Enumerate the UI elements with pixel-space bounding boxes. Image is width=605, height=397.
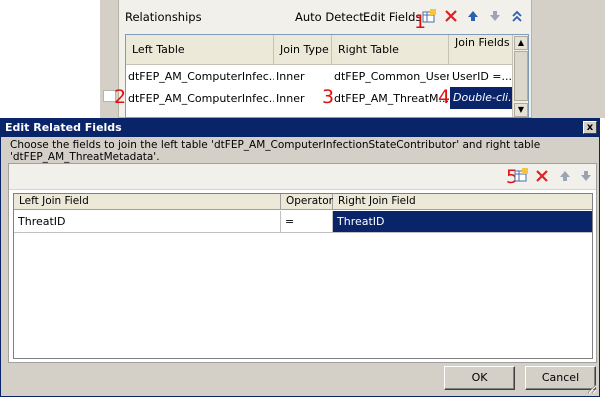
field-down-icon[interactable] xyxy=(579,169,593,183)
delete-icon[interactable] xyxy=(444,9,458,23)
cell-join-fields: UserID =... xyxy=(452,70,512,83)
move-up-icon[interactable] xyxy=(466,9,480,23)
column-join-fields[interactable]: Join Fields xyxy=(449,35,514,65)
scroll-thumb[interactable] xyxy=(514,51,528,101)
collapse-icon[interactable] xyxy=(510,9,524,23)
auto-detect-button[interactable]: Auto Detect xyxy=(295,10,364,24)
cell-right-join-field[interactable]: ThreatID xyxy=(333,211,592,233)
fields-toolbar: 5 xyxy=(9,164,596,190)
annotation-2: 2 xyxy=(114,86,127,108)
column-join-type[interactable]: Join Type xyxy=(274,35,332,65)
cell-right-table: dtFEP_Common_User xyxy=(334,70,449,83)
column-left-table[interactable]: Left Table xyxy=(126,35,274,65)
dialog-title: Edit Related Fields xyxy=(5,121,122,134)
ok-button[interactable]: OK xyxy=(444,366,515,390)
cell-left-join-field[interactable]: ThreatID xyxy=(14,211,281,233)
relationships-toolbar: Relationships Auto Detect Edit Fields xyxy=(119,0,531,33)
scroll-up-icon[interactable]: ▲ xyxy=(514,36,528,50)
cell-left-table: dtFEP_AM_ComputerInfec... xyxy=(128,92,274,105)
column-left-join-field[interactable]: Left Join Field xyxy=(14,194,281,210)
cell-operator[interactable]: = xyxy=(281,211,333,233)
add-field-icon[interactable] xyxy=(514,168,528,182)
dialog-title-bar[interactable]: Edit Related Fields x xyxy=(1,119,599,137)
scroll-down-icon[interactable]: ▼ xyxy=(514,103,528,117)
dialog-description: Choose the fields to join the left table… xyxy=(10,139,541,163)
edit-related-fields-dialog: Edit Related Fields x Choose the fields … xyxy=(0,118,600,397)
cell-join-fields-selected[interactable]: Double-cli... xyxy=(450,87,514,109)
column-operator[interactable]: Operator xyxy=(281,194,333,210)
column-right-table[interactable]: Right Table xyxy=(332,35,449,65)
edit-fields-button[interactable]: Edit Fields xyxy=(363,10,421,24)
annotation-1: 1 xyxy=(414,11,427,33)
vertical-scrollbar[interactable]: ▲ ▼ xyxy=(512,35,528,117)
remove-field-icon[interactable] xyxy=(535,169,549,183)
resize-grip-icon[interactable] xyxy=(585,382,597,394)
move-down-icon[interactable] xyxy=(488,9,502,23)
annotation-4: 4 xyxy=(438,86,451,108)
cell-right-table: dtFEP_AM_ThreatM... xyxy=(334,92,449,105)
column-right-join-field[interactable]: Right Join Field xyxy=(333,194,592,210)
cell-join-type: Inner xyxy=(276,70,305,83)
cell-left-table: dtFEP_AM_ComputerInfec... xyxy=(128,70,274,83)
relationships-title: Relationships xyxy=(125,10,202,24)
field-up-icon[interactable] xyxy=(558,169,572,183)
annotation-3: 3 xyxy=(322,86,335,108)
join-fields-table: Left Join Field Operator Right Join Fiel… xyxy=(13,193,593,359)
close-icon[interactable]: x xyxy=(583,121,597,134)
fields-panel: 5 Left Join Field Operator Right Join Fi… xyxy=(8,163,597,363)
background-white-area xyxy=(0,0,112,118)
